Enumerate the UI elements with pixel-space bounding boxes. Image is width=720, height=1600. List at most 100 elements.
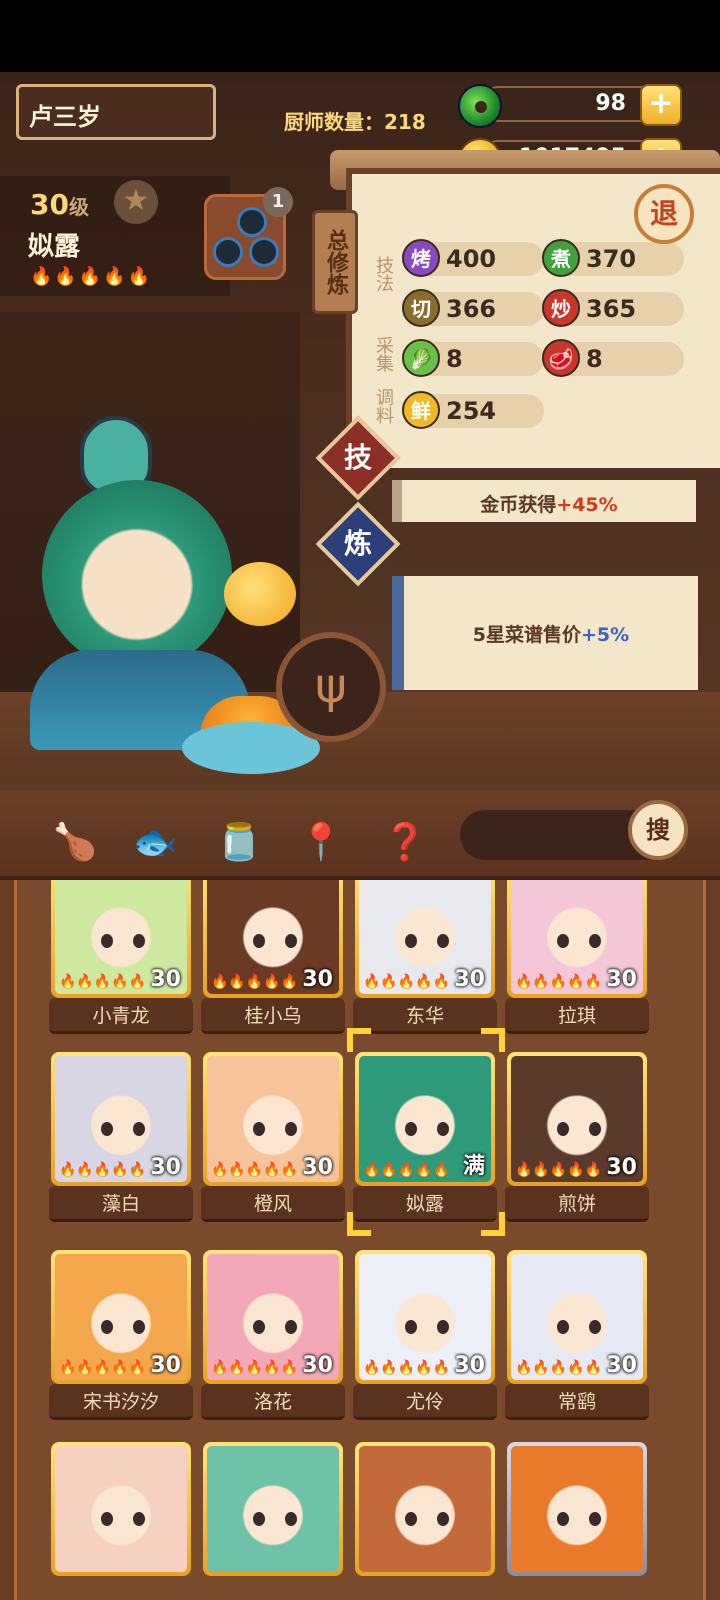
add-jade-button[interactable]: + xyxy=(640,84,682,126)
chef-portrait xyxy=(207,1446,339,1572)
chef-portrait: 🔥🔥🔥🔥🔥 30 xyxy=(207,880,339,994)
selection-corner xyxy=(481,1028,505,1052)
chef-level: 30 xyxy=(454,967,485,992)
chef-portrait: 🔥🔥🔥🔥🔥 30 xyxy=(511,1056,643,1182)
chef-portrait: 🔥🔥🔥🔥🔥 30 xyxy=(207,1056,339,1182)
chef-card[interactable]: 🔥🔥🔥🔥🔥 30 桂小乌 xyxy=(201,880,345,1034)
chef-grid-inner: 🔥🔥🔥🔥🔥 30 小青龙 🔥🔥🔥🔥🔥 30 桂小乌 🔥🔥🔥🔥🔥 30 东华 🔥🔥🔥🔥🔥 30 拉琪 🔥🔥… xyxy=(14,880,706,1600)
chef-portrait: 🔥🔥🔥🔥🔥 30 xyxy=(511,1254,643,1380)
chef-level: 30 xyxy=(606,1155,637,1180)
roast-icon: 烤 xyxy=(402,239,440,277)
player-name-box[interactable]: 卢三岁 xyxy=(16,84,216,140)
chef-card[interactable]: 🔥🔥🔥🔥🔥 30 常鹞 xyxy=(505,1250,649,1420)
fork-icon[interactable]: ψ xyxy=(276,632,386,742)
equipment-button[interactable]: 1 xyxy=(204,187,293,280)
chef-name: 姒露 xyxy=(28,232,81,262)
gear-icon xyxy=(237,207,267,237)
retreat-button[interactable]: 退 xyxy=(634,184,694,244)
fry-icon: 炒 xyxy=(542,289,580,327)
total-cultivation-tag[interactable]: 总修炼 xyxy=(312,210,358,314)
rank-flames: 🔥🔥🔥🔥🔥 xyxy=(59,1162,147,1178)
chef-name: 姒露 xyxy=(353,1186,497,1222)
chef-level: 30 xyxy=(150,1155,181,1180)
rank-flames: 🔥🔥🔥🔥🔥 xyxy=(30,266,153,287)
chef-name: 宋书汐汐 xyxy=(49,1384,193,1420)
chef-name: 尤伶 xyxy=(353,1384,497,1420)
chef-name: 常鹞 xyxy=(505,1384,649,1420)
chef-portrait xyxy=(42,480,232,670)
rank-flames: 🔥🔥🔥🔥🔥 xyxy=(59,1360,147,1376)
chef-portrait: 🔥🔥🔥🔥🔥 30 xyxy=(359,1254,491,1380)
price-bonus: 5星菜谱售价+5% xyxy=(392,576,698,690)
chef-level: 30 xyxy=(302,1353,333,1378)
chef-card[interactable] xyxy=(355,1442,495,1600)
chef-card[interactable]: 🔥🔥🔥🔥🔥 30 洛花 xyxy=(201,1250,345,1420)
fish-icon[interactable]: 🐟 xyxy=(132,820,178,866)
rank-flames: 🔥🔥🔥🔥🔥 xyxy=(59,974,147,990)
chef-portrait: 🔥🔥🔥🔥🔥 30 xyxy=(55,880,187,994)
selection-corner xyxy=(347,1028,371,1052)
search-button[interactable]: 搜 xyxy=(628,800,688,860)
jade-value: 98 xyxy=(595,91,626,116)
cabbage-icon: 🥬 xyxy=(402,339,440,377)
chef-name: 藻白 xyxy=(49,1186,193,1222)
gear-icon xyxy=(249,237,279,267)
chef-name: 小青龙 xyxy=(49,998,193,1034)
rank-flames: 🔥🔥🔥🔥🔥 xyxy=(211,1162,299,1178)
rank-flames: 🔥🔥🔥🔥🔥 xyxy=(515,1162,603,1178)
label-gather: 采集 xyxy=(373,336,394,372)
chef-level: 30 xyxy=(150,1353,181,1378)
chef-card[interactable]: 🔥🔥🔥🔥🔥 满姒露 xyxy=(347,1028,505,1236)
rank-flames: 🔥🔥🔥🔥🔥 xyxy=(211,1360,299,1376)
skill-fry: 炒 365 xyxy=(542,289,684,327)
quest-icon[interactable]: ❓ xyxy=(382,820,428,866)
chef-portrait xyxy=(55,1446,187,1572)
meat-icon[interactable]: 🍗 xyxy=(52,820,98,866)
boil-icon: 煮 xyxy=(542,239,580,277)
chef-portrait: 🔥🔥🔥🔥🔥 30 xyxy=(207,1254,339,1380)
star-icon[interactable]: ★ xyxy=(114,180,158,224)
skill-boil: 煮 370 xyxy=(542,239,684,277)
chef-card[interactable]: 🔥🔥🔥🔥🔥 30 橙风 xyxy=(201,1052,345,1222)
selection-corner xyxy=(481,1212,505,1236)
rank-flames: 🔥🔥🔥🔥🔥 xyxy=(363,1360,451,1376)
chef-level: 30 xyxy=(454,1353,485,1378)
chef-name: 煎饼 xyxy=(505,1186,649,1222)
skill-cut: 切 366 xyxy=(402,289,544,327)
chef-name: 桂小乌 xyxy=(201,998,345,1034)
gear-icon xyxy=(213,237,243,267)
skill-roast: 烤 400 xyxy=(402,239,544,277)
rank-flames: 🔥🔥🔥🔥🔥 xyxy=(363,1162,451,1178)
chef-card[interactable]: 🔥🔥🔥🔥🔥 30 藻白 xyxy=(49,1052,193,1222)
chef-portrait: 🔥🔥🔥🔥🔥 30 xyxy=(511,880,643,994)
chef-card[interactable]: 🔥🔥🔥🔥🔥 30 东华 xyxy=(353,880,497,1034)
chef-portrait xyxy=(511,1446,643,1572)
location-icon[interactable]: 📍 xyxy=(298,820,344,866)
gather-meat: 🥩 8 xyxy=(542,339,684,377)
chef-level: 30 xyxy=(302,1155,333,1180)
chef-card[interactable] xyxy=(507,1442,647,1600)
jade-bar: 98 + xyxy=(480,84,682,126)
chef-card[interactable]: 🔥🔥🔥🔥🔥 30 宋书汐汐 xyxy=(49,1250,193,1420)
chef-portrait: 🔥🔥🔥🔥🔥 30 xyxy=(359,880,491,994)
jar-icon[interactable]: 🫙 xyxy=(216,820,262,866)
chef-name: 洛花 xyxy=(201,1384,345,1420)
chef-card[interactable]: 🔥🔥🔥🔥🔥 30 尤伶 xyxy=(353,1250,497,1420)
chef-grid: 🔥🔥🔥🔥🔥 30 小青龙 🔥🔥🔥🔥🔥 30 桂小乌 🔥🔥🔥🔥🔥 30 东华 🔥🔥🔥🔥🔥 30 拉琪 🔥🔥… xyxy=(0,880,720,1600)
gear-badge: 1 xyxy=(263,187,293,217)
chef-card[interactable]: 🔥🔥🔥🔥🔥 30 煎饼 xyxy=(505,1052,649,1222)
chef-portrait: 🔥🔥🔥🔥🔥 满 xyxy=(359,1056,491,1182)
chef-card[interactable] xyxy=(203,1442,343,1600)
chef-level: 30级 xyxy=(30,188,89,221)
jade-icon xyxy=(458,84,502,128)
chef-card[interactable]: 🔥🔥🔥🔥🔥 30 小青龙 xyxy=(49,880,193,1034)
chef-level: 30 xyxy=(150,967,181,992)
selection-corner xyxy=(347,1212,371,1236)
chef-name: 橙风 xyxy=(201,1186,345,1222)
chef-portrait xyxy=(359,1446,491,1572)
honey-pot-pet xyxy=(224,562,296,626)
chef-card[interactable] xyxy=(51,1442,191,1600)
chef-card[interactable]: 🔥🔥🔥🔥🔥 30 拉琪 xyxy=(505,880,649,1034)
chef-level: 30 xyxy=(606,1353,637,1378)
chef-level: 30 xyxy=(302,967,333,992)
